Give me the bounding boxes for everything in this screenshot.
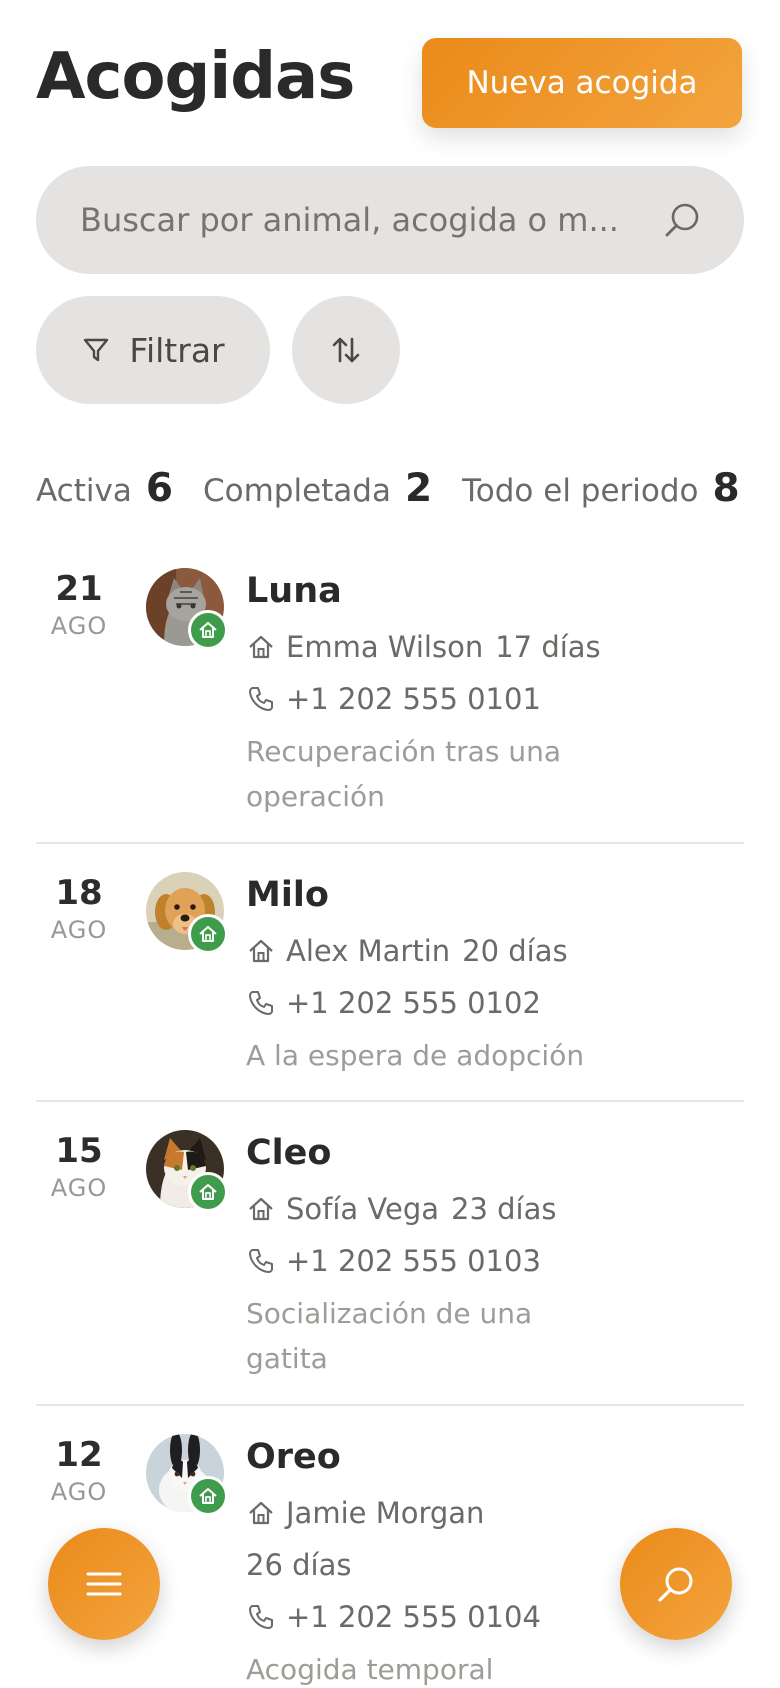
sort-icon <box>332 337 360 363</box>
stat-label: Todo el periodo <box>462 473 699 509</box>
home-icon <box>249 1198 273 1221</box>
phone-row: +1 202 555 0101 <box>246 682 744 716</box>
search-icon <box>665 203 699 237</box>
foster-note: A la espera de adopción <box>246 1038 585 1072</box>
date-month: AGO <box>50 915 108 944</box>
home-badge <box>188 1172 228 1213</box>
caregiver-row: Jamie Morgan <box>246 1496 744 1530</box>
stat-value: 2 <box>404 466 433 511</box>
foster-note: Acogida temporal <box>246 1652 494 1686</box>
page-title: Acogidas <box>36 40 355 114</box>
menu-icon <box>86 1572 122 1596</box>
phone-row: +1 202 555 0102 <box>246 986 744 1020</box>
home-icon <box>249 635 273 659</box>
foster-info: Milo Alex Martin 20 días +1 202 555 0102… <box>246 844 744 1101</box>
phone-icon <box>249 687 273 711</box>
animal-name: Milo <box>246 874 329 915</box>
date-day: 12 <box>55 1434 103 1475</box>
animal-name: Luna <box>246 571 342 611</box>
caregiver-name: Jamie Morgan <box>286 1495 485 1530</box>
foster-info: Cleo Sofía Vega 23 días +1 202 555 0103 … <box>246 1102 744 1404</box>
foster-date: 12 AGO <box>36 1438 122 1506</box>
phone-icon <box>249 1604 273 1629</box>
home-icon <box>249 1501 273 1525</box>
search-input[interactable]: Buscar por animal, acogida o m... <box>36 166 744 274</box>
date-month: AGO <box>50 612 108 640</box>
date-day: 18 <box>55 872 103 913</box>
foster-list: 21 AGO Luna Emma Wilson 17 días +1 202 5… <box>36 540 744 1688</box>
filter-label: Filtrar <box>129 330 225 370</box>
foster-duration: 17 días <box>495 630 601 664</box>
home-icon <box>199 622 217 638</box>
phone-row: +1 202 555 0103 <box>246 1244 744 1278</box>
sort-button[interactable] <box>292 296 400 404</box>
home-badge <box>188 913 228 954</box>
list-item[interactable]: 21 AGO Luna Emma Wilson 17 días +1 202 5… <box>36 540 744 844</box>
home-icon <box>199 1487 217 1504</box>
date-month: AGO <box>50 1174 108 1203</box>
search-placeholder: Buscar por animal, acogida o m... <box>80 201 619 239</box>
stat-value: 6 <box>145 466 173 511</box>
phone-number[interactable]: +1 202 555 0102 <box>286 986 541 1020</box>
stat-label: Completada <box>202 473 391 509</box>
home-icon <box>199 925 217 942</box>
new-foster-button[interactable]: Nueva acogida <box>422 38 742 128</box>
fosters-screen: Acogidas Nueva acogida Buscar por animal… <box>0 0 780 1688</box>
foster-duration: 23 días <box>451 1192 557 1227</box>
foster-note: Recuperación tras una operación <box>246 735 561 813</box>
foster-info: Luna Emma Wilson 17 días +1 202 555 0101… <box>246 540 744 842</box>
caregiver-row: Alex Martin 20 días <box>246 934 744 968</box>
list-item[interactable]: 15 AGO Cleo Sofía Vega 23 días +1 202 55… <box>36 1102 744 1406</box>
animal-name: Cleo <box>246 1133 332 1174</box>
home-badge <box>188 610 228 650</box>
caregiver-row: Sofía Vega 23 días <box>246 1192 744 1226</box>
home-icon <box>199 1184 217 1201</box>
stat-all-period[interactable]: Todo el periodo 8 <box>462 466 740 511</box>
stat-label: Activa <box>36 473 132 509</box>
phone-icon <box>249 990 273 1015</box>
phone-icon <box>249 1249 273 1274</box>
caregiver-name: Sofía Vega <box>286 1192 440 1227</box>
phone-number[interactable]: +1 202 555 0103 <box>286 1244 541 1278</box>
date-day: 21 <box>55 569 103 609</box>
filter-icon <box>84 338 109 362</box>
foster-note: Socialización de una gatita <box>246 1297 533 1376</box>
foster-date: 21 AGO <box>36 572 122 640</box>
foster-date: 15 AGO <box>36 1134 122 1202</box>
animal-name: Oreo <box>246 1436 341 1477</box>
stat-completed[interactable]: Completada 2 <box>203 466 432 511</box>
caregiver-name: Alex Martin <box>286 933 451 968</box>
menu-button[interactable] <box>48 1528 160 1640</box>
foster-duration: 20 días <box>462 933 568 968</box>
foster-duration: 26 días <box>246 1547 352 1582</box>
list-item[interactable]: 18 AGO Milo Alex Martin 20 días +1 202 5… <box>36 844 744 1103</box>
filter-button[interactable]: Filtrar <box>36 296 270 404</box>
phone-number[interactable]: +1 202 555 0104 <box>286 1600 541 1634</box>
stat-active[interactable]: Activa 6 <box>36 466 173 511</box>
status-summary: Activa 6 Completada 2 Todo el periodo 8 <box>36 466 740 511</box>
search-icon <box>658 1567 693 1602</box>
date-month: AGO <box>50 1477 108 1506</box>
caregiver-name: Emma Wilson <box>286 630 484 664</box>
search-fab-button[interactable] <box>620 1528 732 1640</box>
caregiver-row: Emma Wilson 17 días <box>246 630 744 664</box>
stat-value: 8 <box>712 466 740 511</box>
home-icon <box>249 939 273 962</box>
date-day: 15 <box>55 1131 103 1172</box>
home-badge <box>188 1475 228 1516</box>
phone-number[interactable]: +1 202 555 0101 <box>286 682 541 716</box>
foster-date: 18 AGO <box>36 876 122 944</box>
